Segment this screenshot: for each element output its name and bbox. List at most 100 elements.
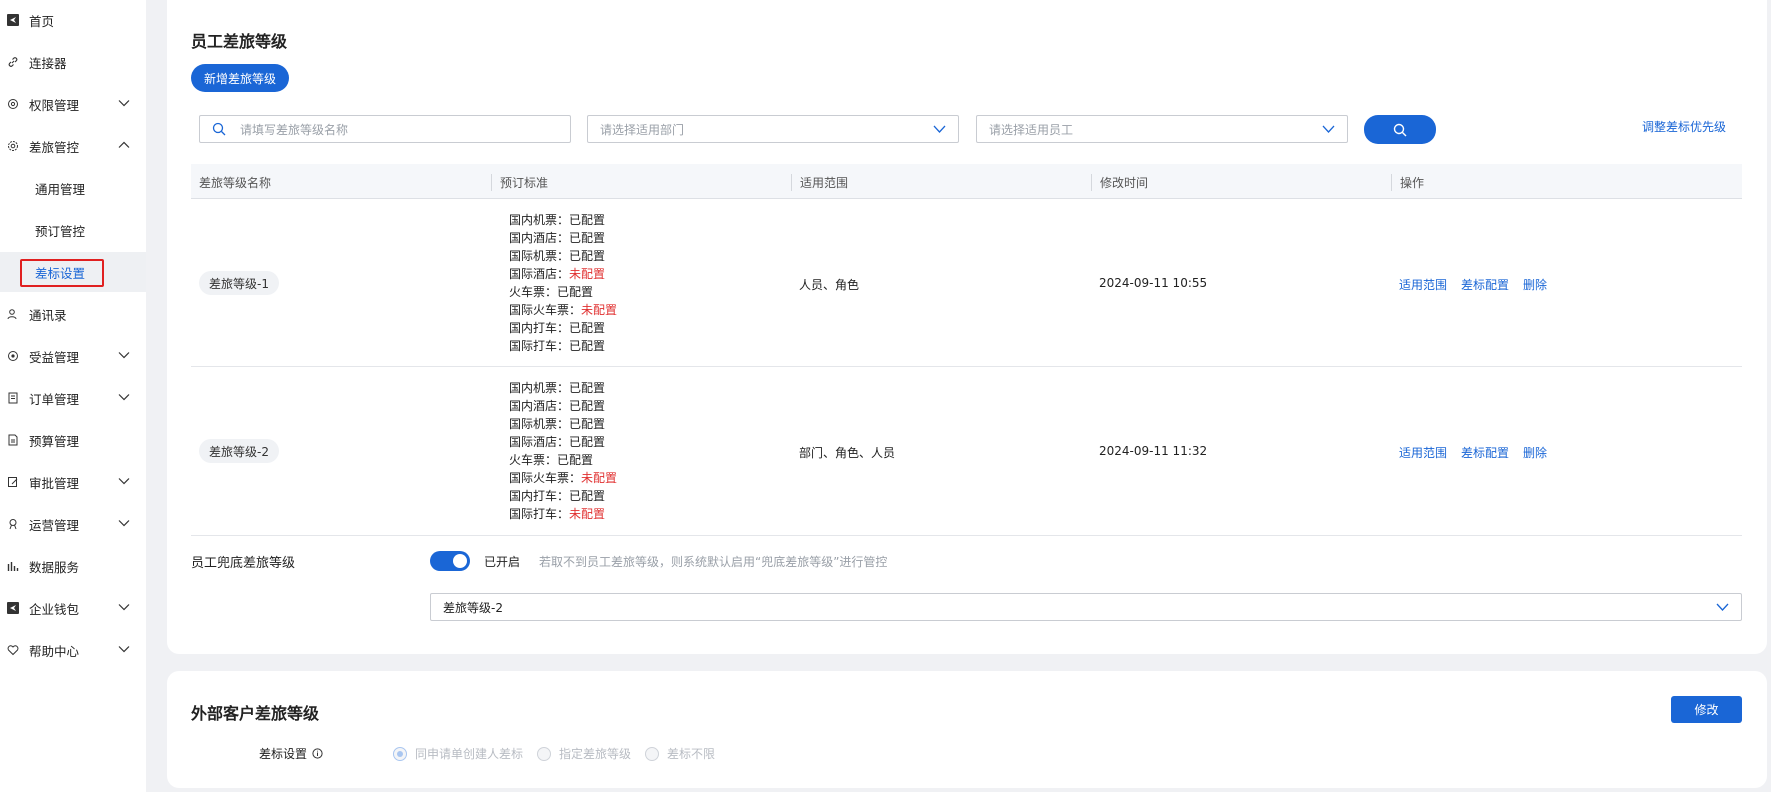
column-header-name: 差旅等级名称 [199,176,272,190]
column-header-modified: 修改时间 [1091,174,1148,191]
sidebar-item-operations[interactable]: 运营管理 [0,504,146,544]
external-section-title: 外部客户差旅等级 [191,704,320,723]
sidebar-item-approval[interactable]: 审批管理 [0,462,146,502]
chevron-down-icon [1716,602,1729,612]
toggle-knob [453,554,467,568]
column-header-actions: 操作 [1391,174,1424,191]
level-name-tag: 差旅等级-1 [199,271,279,295]
document-icon [7,392,19,404]
booking-standards: 国内机票：已配置 国内酒店：已配置 国际机票：已配置 国际酒店：未配置 火车票：… [509,211,617,355]
standard-line: 国际打车：未配置 [509,507,606,521]
plane-icon [7,14,19,26]
fallback-status: 已开启 [484,555,521,569]
search-icon [212,122,226,136]
standard-setting-label: 差标设置 [259,745,323,762]
apply-scope-link[interactable]: 适用范围 [1399,276,1447,293]
chevron-down-icon [118,517,130,529]
sidebar-item-connector[interactable]: 连接器 [0,42,146,82]
budget-icon [7,434,19,446]
sidebar-item-wallet[interactable]: 企业钱包 [0,588,146,628]
standard-line: 国际火车票：未配置 [509,471,618,485]
standard-line: 国内机票：已配置 [509,213,606,227]
department-select[interactable]: 请选择适用部门 [587,115,959,143]
external-travel-card [167,671,1767,788]
chevron-down-icon [118,601,130,613]
standard-line: 国内机票：已配置 [509,381,606,395]
info-icon [312,748,323,759]
sidebar-item-standard-settings[interactable]: 差标设置 [0,252,146,292]
apply-scope-link[interactable]: 适用范围 [1399,444,1447,461]
chevron-down-icon [118,97,130,109]
radio-dot [645,746,659,761]
sidebar: 首页 连接器 权限管理 差旅管控 通用管理 预订管控 差标设置 通讯录 受益管理… [0,0,146,792]
edit-icon [7,476,19,488]
radio-specified-level[interactable]: 指定差旅等级 [537,745,631,762]
fallback-level-label: 员工兜底差旅等级 [191,556,296,571]
modified-time-cell: 2024-09-11 11:32 [1099,444,1208,458]
table-row: 差旅等级-2 国内机票：已配置 国内酒店：已配置 国际机票：已配置 国际酒店：已… [191,367,1742,536]
radio-dot [537,746,551,761]
standard-line: 国内打车：已配置 [509,321,606,335]
row-actions: 适用范围 差标配置 删除 [1399,276,1547,293]
chevron-up-icon [118,139,130,151]
delete-link[interactable]: 删除 [1523,276,1547,293]
add-travel-level-button[interactable]: 新增差旅等级 [191,64,289,92]
standard-line: 火车票：已配置 [509,285,594,299]
sidebar-item-travel-control[interactable]: 差旅管控 [0,126,146,166]
sidebar-item-home[interactable]: 首页 [0,0,146,40]
sidebar-item-general[interactable]: 通用管理 [0,168,146,208]
radio-dot [393,746,407,761]
operations-icon [7,518,19,530]
bar-chart-icon [7,560,19,572]
sidebar-item-data-service[interactable]: 数据服务 [0,546,146,586]
table-row: 差旅等级-1 国内机票：已配置 国内酒店：已配置 国际机票：已配置 国际酒店：未… [191,199,1742,367]
standard-line: 国际火车票：未配置 [509,303,618,317]
fallback-level-select[interactable]: 差旅等级-2 [430,593,1742,621]
level-name-search-input[interactable]: 请填写差旅等级名称 [199,115,571,143]
sidebar-item-benefits[interactable]: 受益管理 [0,336,146,376]
delete-link[interactable]: 删除 [1523,444,1547,461]
standard-line: 国际酒店：未配置 [509,267,606,281]
fallback-toggle[interactable] [430,551,470,571]
standard-config-link[interactable]: 差标配置 [1461,444,1509,461]
adjust-priority-link[interactable]: 调整差标优先级 [1642,118,1726,135]
chevron-down-icon [118,475,130,487]
search-button[interactable] [1364,115,1436,144]
scope-cell: 人员、角色 [799,278,860,292]
chevron-down-icon [1322,124,1335,134]
edit-button[interactable]: 修改 [1671,696,1742,723]
radio-unlimited[interactable]: 差标不限 [645,745,715,762]
shield-icon [7,98,19,110]
target-icon [7,350,19,362]
standard-line: 国际机票：已配置 [509,417,606,431]
chevron-down-icon [118,391,130,403]
modified-time-cell: 2024-09-11 10:55 [1099,276,1208,290]
sidebar-item-help[interactable]: 帮助中心 [0,630,146,670]
sidebar-item-orders[interactable]: 订单管理 [0,378,146,418]
fallback-hint: 若取不到员工差旅等级，则系统默认启用“兜底差旅等级”进行管控 [539,555,888,569]
sidebar-item-budget[interactable]: 预算管理 [0,420,146,460]
sidebar-item-contacts[interactable]: 通讯录 [0,294,146,334]
standard-line: 国际酒店：已配置 [509,435,606,449]
chevron-down-icon [118,349,130,361]
gear-icon [7,140,19,152]
heart-icon [7,644,19,656]
chevron-down-icon [118,643,130,655]
contacts-icon [7,308,19,320]
employee-select[interactable]: 请选择适用员工 [976,115,1348,143]
link-icon [7,56,19,68]
scope-cell: 部门、角色、人员 [799,446,896,460]
table-header: 差旅等级名称 预订标准 适用范围 修改时间 操作 [191,164,1742,199]
wallet-icon [7,602,19,614]
radio-same-as-creator[interactable]: 同申请单创建人差标 [393,745,523,762]
column-header-scope: 适用范围 [791,174,848,191]
standard-line: 国内打车：已配置 [509,489,606,503]
page-title: 员工差旅等级 [191,32,288,51]
chevron-down-icon [933,124,946,134]
row-actions: 适用范围 差标配置 删除 [1399,444,1547,461]
standard-config-link[interactable]: 差标配置 [1461,276,1509,293]
standard-line: 国内酒店：已配置 [509,231,606,245]
sidebar-item-booking-control[interactable]: 预订管控 [0,210,146,250]
sidebar-item-permissions[interactable]: 权限管理 [0,84,146,124]
booking-standards: 国内机票：已配置 国内酒店：已配置 国际机票：已配置 国际酒店：已配置 火车票：… [509,379,617,523]
